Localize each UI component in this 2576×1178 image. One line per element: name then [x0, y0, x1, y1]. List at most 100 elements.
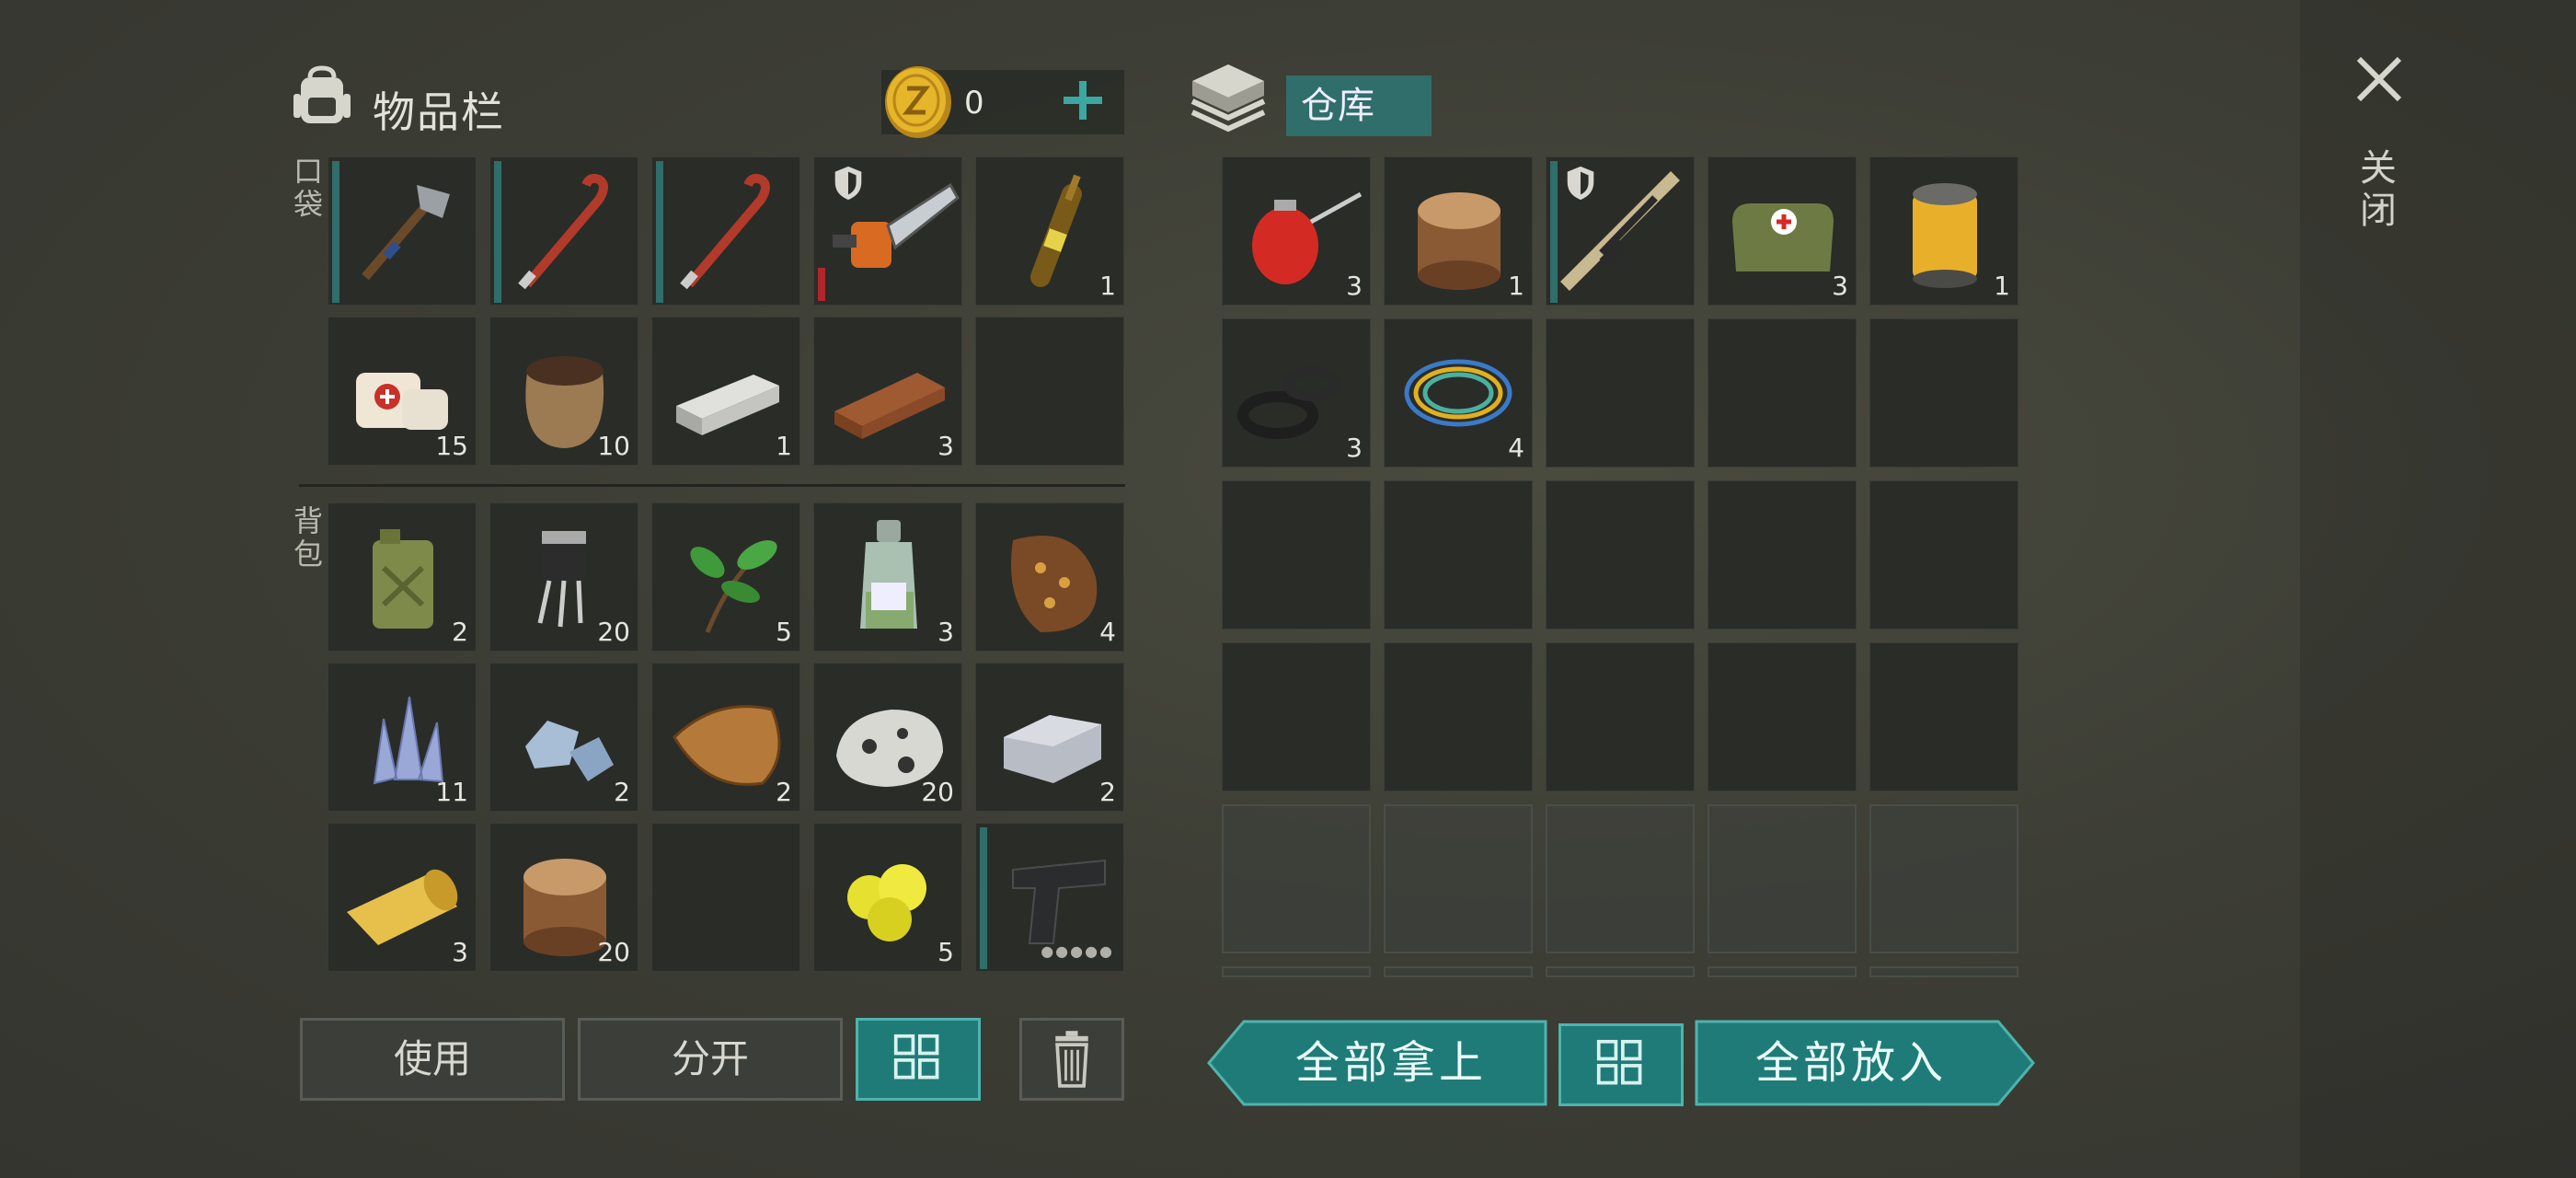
storage-title: 仓库: [1286, 75, 1432, 136]
ammo-dots: ●●●●●: [1041, 942, 1114, 960]
empty-slot[interactable]: [1708, 642, 1857, 791]
empty-slot[interactable]: [1869, 480, 2018, 629]
durability-bar: [1550, 161, 1558, 303]
section-divider: [299, 484, 1125, 487]
trash-icon: [1055, 1031, 1088, 1088]
slot-reptile-skin[interactable]: 2: [651, 663, 800, 812]
grid-sort-icon: [1596, 1039, 1642, 1085]
coin-count: 0: [964, 85, 984, 121]
empty-slot[interactable]: [1384, 480, 1533, 629]
slot-pistol[interactable]: ●●●●●: [975, 823, 1124, 972]
slot-medkit-bag[interactable]: 3: [1708, 156, 1857, 306]
slot-aluminum-ingot[interactable]: 2: [975, 663, 1124, 812]
slot-log[interactable]: 20: [489, 823, 638, 972]
take-all-button[interactable]: 全部拿上: [1207, 1020, 1547, 1106]
close-label[interactable]: 关闭: [2357, 147, 2399, 232]
durability-bar: [494, 161, 501, 303]
empty-slot[interactable]: [1708, 480, 1857, 629]
item-quantity: 20: [597, 937, 630, 967]
empty-slot[interactable]: [1546, 480, 1695, 629]
slot-jerrycan[interactable]: 2: [328, 502, 477, 652]
slot-plank[interactable]: 3: [813, 317, 962, 466]
item-quantity: 20: [597, 617, 630, 647]
empty-slot[interactable]: [1222, 804, 1371, 953]
slot-bandage[interactable]: 15: [328, 317, 477, 466]
item-quantity: 3: [1832, 271, 1848, 301]
empty-slot[interactable]: [651, 823, 800, 972]
put-all-label: 全部放入: [1754, 1037, 1947, 1089]
item-quantity: 5: [776, 617, 792, 647]
empty-slot[interactable]: [1869, 966, 2018, 977]
empty-slot[interactable]: [1546, 804, 1695, 953]
empty-slot[interactable]: [1384, 966, 1533, 977]
empty-slot[interactable]: [1546, 966, 1695, 977]
add-coins-button[interactable]: [1056, 74, 1110, 127]
empty-slot[interactable]: [1869, 804, 2018, 953]
split-button[interactable]: 分开: [578, 1018, 843, 1101]
slot-aluminum-ore[interactable]: 2: [489, 663, 638, 812]
item-quantity: 1: [776, 431, 792, 461]
item-quantity: 2: [452, 617, 468, 647]
item-quantity: 10: [597, 431, 630, 461]
close-icon[interactable]: [2352, 52, 2407, 107]
empty-slot[interactable]: [1384, 804, 1533, 953]
slot-ore-rock[interactable]: 20: [813, 663, 962, 812]
slot-sulfur[interactable]: 5: [813, 823, 962, 972]
slot-chainsaw[interactable]: [813, 156, 962, 306]
slot-rubber-seals[interactable]: 3: [1222, 318, 1371, 468]
slot-fertilizer-sack[interactable]: 10: [489, 317, 638, 466]
item-quantity: 4: [1508, 433, 1524, 463]
item-quantity: 1: [1994, 271, 2010, 301]
item-quantity: 11: [435, 777, 468, 807]
durability-bar: [656, 161, 663, 303]
slot-crystal[interactable]: 11: [328, 663, 477, 812]
take-all-label: 全部拿上: [1294, 1037, 1487, 1089]
durability-bar: [818, 268, 825, 301]
empty-slot[interactable]: [1708, 804, 1857, 953]
slot-hatchet[interactable]: [328, 156, 477, 306]
crowbar-icon: [680, 173, 770, 290]
slot-oil-can[interactable]: 3: [1222, 156, 1371, 306]
slot-crowbar[interactable]: [489, 156, 638, 306]
grid-sort-icon: [893, 1034, 939, 1080]
slot-transistor[interactable]: 20: [489, 502, 638, 652]
empty-slot[interactable]: [1869, 642, 2018, 791]
empty-slot[interactable]: [1708, 318, 1857, 468]
item-quantity: 1: [1099, 271, 1116, 301]
empty-slot[interactable]: [975, 317, 1124, 466]
empty-slot[interactable]: [1222, 966, 1371, 977]
sort-storage-button[interactable]: [1558, 1023, 1684, 1106]
slot-oil-filter[interactable]: 1: [1869, 156, 2018, 306]
use-button[interactable]: 使用: [300, 1018, 565, 1101]
item-quantity: 2: [614, 777, 630, 807]
slot-spiked-hide[interactable]: 4: [975, 502, 1124, 652]
put-all-button[interactable]: 全部放入: [1695, 1020, 2035, 1106]
slot-ampoule[interactable]: 1: [975, 156, 1124, 306]
empty-slot[interactable]: [1222, 642, 1371, 791]
slot-iron-ingot[interactable]: 1: [651, 317, 800, 466]
pocket-label: 口袋: [293, 154, 323, 222]
slot-log[interactable]: 1: [1384, 156, 1533, 306]
slot-fabric-roll[interactable]: 3: [328, 823, 477, 972]
item-quantity: 2: [776, 777, 792, 807]
slot-rifle[interactable]: [1546, 156, 1695, 306]
sort-inventory-button[interactable]: [856, 1018, 981, 1101]
slot-herb-leaves[interactable]: 5: [651, 502, 800, 652]
item-quantity: 4: [1099, 617, 1116, 647]
backpack-label: 背包: [293, 503, 323, 572]
item-quantity: 5: [937, 937, 954, 967]
empty-slot[interactable]: [1869, 318, 2018, 468]
trash-button[interactable]: [1019, 1018, 1124, 1101]
side-panel: [2300, 0, 2576, 1178]
empty-slot[interactable]: [1708, 966, 1857, 977]
slot-wires[interactable]: 4: [1384, 318, 1533, 468]
item-quantity: 2: [1099, 777, 1116, 807]
slot-crowbar[interactable]: [651, 156, 800, 306]
shield-icon: [834, 166, 862, 201]
empty-slot[interactable]: [1222, 480, 1371, 629]
slot-chemical-bottle[interactable]: 3: [813, 502, 962, 652]
item-quantity: 20: [921, 777, 954, 807]
empty-slot[interactable]: [1546, 642, 1695, 791]
empty-slot[interactable]: [1546, 318, 1695, 468]
empty-slot[interactable]: [1384, 642, 1533, 791]
